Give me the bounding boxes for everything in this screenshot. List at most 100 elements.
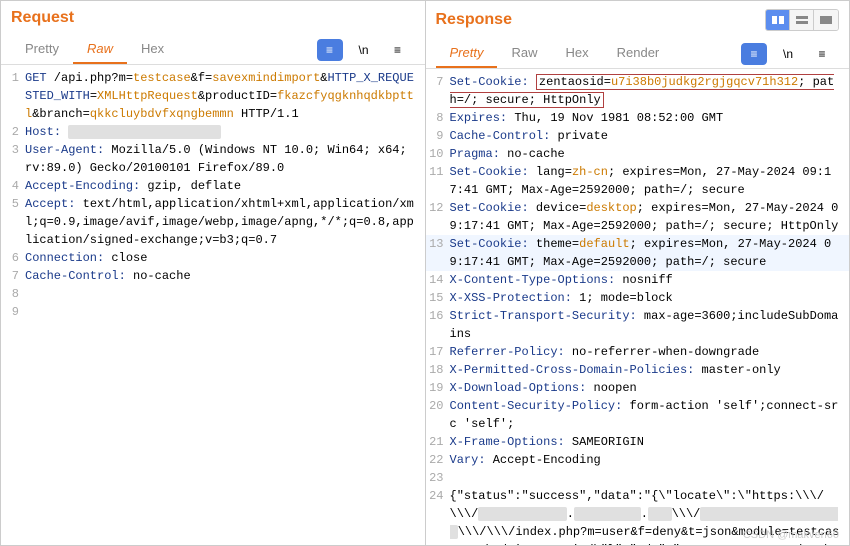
line-text: Set-Cookie: device=desktop; expires=Mon,… bbox=[450, 199, 850, 235]
line-text: GET /api.php?m=testcase&f=savexmindimpor… bbox=[25, 69, 425, 123]
response-tab-pretty[interactable]: Pretty bbox=[436, 39, 498, 68]
code-line[interactable]: 2Host: xxxxxxxxxxxxxxxxxxxxx bbox=[1, 123, 425, 141]
code-line[interactable]: 3User-Agent: Mozilla/5.0 (Windows NT 10.… bbox=[1, 141, 425, 177]
line-text: X-Permitted-Cross-Domain-Policies: maste… bbox=[450, 361, 850, 379]
response-tabs: Pretty Raw Hex Render ≡ \n ≡ bbox=[426, 39, 850, 69]
line-text: Connection: close bbox=[25, 249, 425, 267]
code-line[interactable]: 1GET /api.php?m=testcase&f=savexmindimpo… bbox=[1, 69, 425, 123]
line-text bbox=[25, 303, 425, 321]
menu-icon: ≡ bbox=[394, 43, 401, 57]
request-tab-hex[interactable]: Hex bbox=[127, 35, 178, 64]
code-line[interactable]: 4Accept-Encoding: gzip, deflate bbox=[1, 177, 425, 195]
response-panel: Response Pretty Raw Hex Render ≡ \n ≡ 7S… bbox=[426, 1, 850, 545]
line-number: 7 bbox=[426, 73, 450, 109]
line-number: 23 bbox=[426, 469, 450, 487]
code-line[interactable]: 23 bbox=[426, 469, 850, 487]
code-line[interactable]: 13Set-Cookie: theme=default; expires=Mon… bbox=[426, 235, 850, 271]
line-number: 9 bbox=[1, 303, 25, 321]
request-tab-raw[interactable]: Raw bbox=[73, 35, 127, 64]
request-panel: Request Pretty Raw Hex ≡ \n ≡ 1GET /api.… bbox=[1, 1, 426, 545]
columns-icon bbox=[771, 15, 785, 25]
code-line[interactable]: 8 bbox=[1, 285, 425, 303]
line-number: 16 bbox=[426, 307, 450, 343]
request-title: Request bbox=[11, 9, 415, 27]
request-newline-button[interactable]: \n bbox=[351, 39, 377, 61]
line-number: 5 bbox=[1, 195, 25, 249]
line-text: Set-Cookie: theme=default; expires=Mon, … bbox=[450, 235, 850, 271]
response-body[interactable]: 7Set-Cookie: zentaosid=u7i38b0judkg2rgjg… bbox=[426, 69, 850, 545]
code-line[interactable]: 9 bbox=[1, 303, 425, 321]
line-text bbox=[25, 285, 425, 303]
line-text: Cache-Control: no-cache bbox=[25, 267, 425, 285]
response-menu-button[interactable]: ≡ bbox=[809, 43, 835, 65]
line-number: 12 bbox=[426, 199, 450, 235]
format-icon: ≡ bbox=[326, 43, 333, 57]
view-single-button[interactable] bbox=[814, 10, 838, 30]
response-newline-button[interactable]: \n bbox=[775, 43, 801, 65]
line-text: Set-Cookie: lang=zh-cn; expires=Mon, 27-… bbox=[450, 163, 850, 199]
code-line[interactable]: 19X-Download-Options: noopen bbox=[426, 379, 850, 397]
code-line[interactable]: 16Strict-Transport-Security: max-age=360… bbox=[426, 307, 850, 343]
line-number: 14 bbox=[426, 271, 450, 289]
code-line[interactable]: 6Connection: close bbox=[1, 249, 425, 267]
code-line[interactable]: 20Content-Security-Policy: form-action '… bbox=[426, 397, 850, 433]
code-line[interactable]: 11Set-Cookie: lang=zh-cn; expires=Mon, 2… bbox=[426, 163, 850, 199]
request-tab-pretty[interactable]: Pretty bbox=[11, 35, 73, 64]
line-text: Vary: Accept-Encoding bbox=[450, 451, 850, 469]
response-header: Response bbox=[426, 1, 850, 35]
line-number: 8 bbox=[1, 285, 25, 303]
line-text: X-Content-Type-Options: nosniff bbox=[450, 271, 850, 289]
code-line[interactable]: 8Expires: Thu, 19 Nov 1981 08:52:00 GMT bbox=[426, 109, 850, 127]
code-line[interactable]: 9Cache-Control: private bbox=[426, 127, 850, 145]
line-text: Content-Security-Policy: form-action 'se… bbox=[450, 397, 850, 433]
code-line[interactable]: 7Set-Cookie: zentaosid=u7i38b0judkg2rgjg… bbox=[426, 73, 850, 109]
line-number: 21 bbox=[426, 433, 450, 451]
line-text: Host: xxxxxxxxxxxxxxxxxxxxx bbox=[25, 123, 425, 141]
line-number: 19 bbox=[426, 379, 450, 397]
line-number: 11 bbox=[426, 163, 450, 199]
line-text: Strict-Transport-Security: max-age=3600;… bbox=[450, 307, 850, 343]
view-columns-button[interactable] bbox=[766, 10, 790, 30]
request-tabs: Pretty Raw Hex ≡ \n ≡ bbox=[1, 35, 425, 65]
line-number: 20 bbox=[426, 397, 450, 433]
line-number: 15 bbox=[426, 289, 450, 307]
response-title: Response bbox=[436, 11, 766, 29]
line-text: X-XSS-Protection: 1; mode=block bbox=[450, 289, 850, 307]
line-number: 8 bbox=[426, 109, 450, 127]
code-line[interactable]: 12Set-Cookie: device=desktop; expires=Mo… bbox=[426, 199, 850, 235]
code-line[interactable]: 17Referrer-Policy: no-referrer-when-down… bbox=[426, 343, 850, 361]
line-number: 13 bbox=[426, 235, 450, 271]
code-line[interactable]: 5Accept: text/html,application/xhtml+xml… bbox=[1, 195, 425, 249]
response-tab-hex[interactable]: Hex bbox=[551, 39, 602, 68]
code-line[interactable]: 15X-XSS-Protection: 1; mode=block bbox=[426, 289, 850, 307]
single-icon bbox=[819, 15, 833, 25]
response-format-button[interactable]: ≡ bbox=[741, 43, 767, 65]
code-line[interactable]: 21X-Frame-Options: SAMEORIGIN bbox=[426, 433, 850, 451]
code-line[interactable]: 14X-Content-Type-Options: nosniff bbox=[426, 271, 850, 289]
line-number: 17 bbox=[426, 343, 450, 361]
line-text: Accept-Encoding: gzip, deflate bbox=[25, 177, 425, 195]
code-line[interactable]: 22Vary: Accept-Encoding bbox=[426, 451, 850, 469]
menu-icon: ≡ bbox=[818, 47, 825, 61]
request-header: Request bbox=[1, 1, 425, 31]
view-rows-button[interactable] bbox=[790, 10, 814, 30]
line-number: 7 bbox=[1, 267, 25, 285]
request-format-button[interactable]: ≡ bbox=[317, 39, 343, 61]
line-number: 4 bbox=[1, 177, 25, 195]
response-tab-raw[interactable]: Raw bbox=[497, 39, 551, 68]
request-menu-button[interactable]: ≡ bbox=[385, 39, 411, 61]
code-line[interactable]: 10Pragma: no-cache bbox=[426, 145, 850, 163]
line-number: 10 bbox=[426, 145, 450, 163]
response-tab-render[interactable]: Render bbox=[603, 39, 674, 68]
format-icon: ≡ bbox=[750, 47, 757, 61]
line-text: Referrer-Policy: no-referrer-when-downgr… bbox=[450, 343, 850, 361]
line-text: Cache-Control: private bbox=[450, 127, 850, 145]
line-number: 18 bbox=[426, 361, 450, 379]
rows-icon bbox=[795, 15, 809, 25]
request-body[interactable]: 1GET /api.php?m=testcase&f=savexmindimpo… bbox=[1, 65, 425, 545]
line-number: 1 bbox=[1, 69, 25, 123]
code-line[interactable]: 7Cache-Control: no-cache bbox=[1, 267, 425, 285]
code-line[interactable]: 18X-Permitted-Cross-Domain-Policies: mas… bbox=[426, 361, 850, 379]
line-number: 2 bbox=[1, 123, 25, 141]
line-number: 6 bbox=[1, 249, 25, 267]
